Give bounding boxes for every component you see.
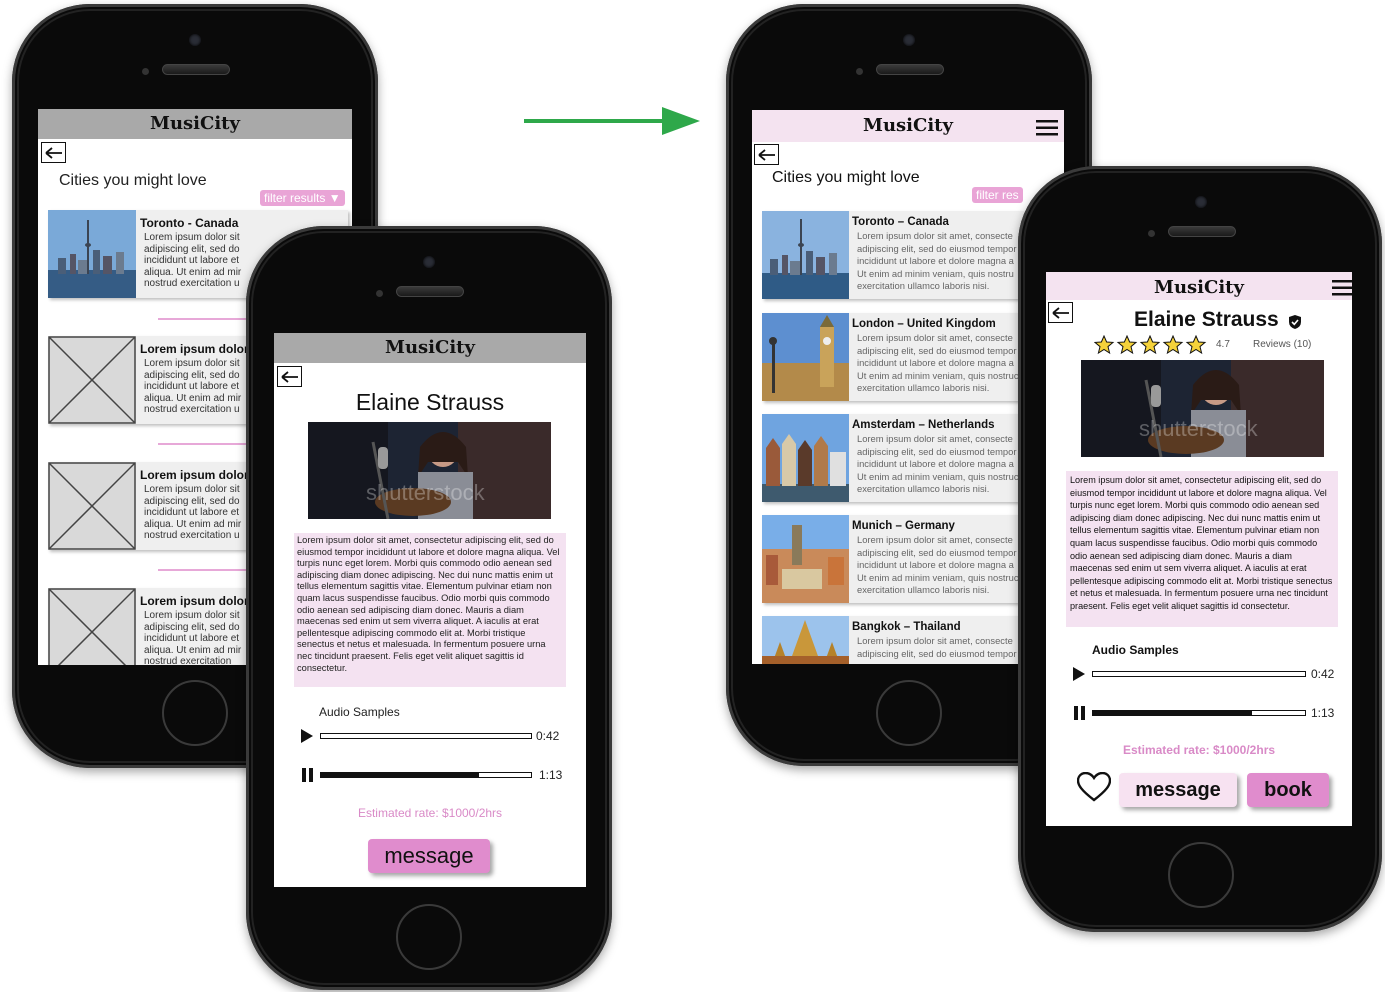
filter-button[interactable]: filter res xyxy=(972,187,1023,203)
city-card[interactable]: London – United Kingdom Lorem ipsum dolo… xyxy=(762,313,1062,401)
arrow-left-icon xyxy=(757,148,775,161)
progress-fill xyxy=(321,773,479,777)
play-icon[interactable] xyxy=(300,728,314,749)
image-placeholder-icon xyxy=(48,462,136,550)
play-icon[interactable] xyxy=(1072,666,1086,687)
card-title: Bangkok – Thailand xyxy=(852,621,961,633)
card-title: Amsterdam – Netherlands xyxy=(852,419,995,431)
watermark: shutterstock xyxy=(366,480,485,505)
pause-icon[interactable] xyxy=(1073,705,1087,726)
audio-samples-label: Audio Samples xyxy=(319,705,400,719)
artist-photo: shutterstock xyxy=(308,422,551,519)
profile-screen-hifi: MusiCity Elaine Strauss 4.7 Reviews (10) xyxy=(1046,272,1352,826)
artist-bio: Lorem ipsum dolor sit amet, consectetur … xyxy=(1066,471,1338,627)
phone-wireframe-profile: MusiCity Elaine Strauss shutterstock Lor… xyxy=(246,226,612,990)
card-title: Lorem ipsum dolor xyxy=(140,468,249,482)
book-button[interactable]: book xyxy=(1247,773,1329,807)
app-title: MusiCity xyxy=(274,333,586,363)
audio-progress-track[interactable] xyxy=(320,772,532,778)
card-title: Toronto – Canada xyxy=(852,216,949,228)
card-title: Lorem ipsum dolor xyxy=(140,594,249,608)
estimated-rate: Estimated rate: $1000/2hrs xyxy=(357,806,503,820)
progress-fill xyxy=(1093,711,1252,715)
list-heading: Cities you might love xyxy=(772,169,920,186)
track-time: 0:42 xyxy=(1311,667,1335,681)
city-photo xyxy=(48,210,136,298)
back-button[interactable] xyxy=(754,144,779,165)
arrow-left-icon xyxy=(44,146,62,159)
phone-hifi-profile: MusiCity Elaine Strauss 4.7 Reviews (10) xyxy=(1018,166,1382,932)
image-placeholder-icon xyxy=(48,336,136,424)
artist-name: Elaine Strauss xyxy=(1134,308,1279,331)
city-photo xyxy=(762,211,849,299)
city-card[interactable]: Toronto – Canada Lorem ipsum dolor sit a… xyxy=(762,211,1062,299)
menu-icon[interactable] xyxy=(1332,280,1352,301)
message-button[interactable]: message xyxy=(1119,773,1237,807)
estimated-rate: Estimated rate: $1000/2hrs xyxy=(1122,743,1276,757)
city-card[interactable]: Bangkok – Thailand Lorem ipsum dolor sit… xyxy=(762,616,1062,664)
message-button[interactable]: message xyxy=(368,839,490,873)
artist-bio: Lorem ipsum dolor sit amet, consectetur … xyxy=(294,533,566,687)
back-button[interactable] xyxy=(41,142,66,163)
audio-progress-track[interactable] xyxy=(320,733,532,739)
artist-photo: shutterstock xyxy=(1081,360,1324,457)
track-time: 0:42 xyxy=(536,729,560,743)
image-placeholder-icon xyxy=(48,588,136,665)
menu-icon[interactable] xyxy=(1036,120,1058,141)
card-title: Lorem ipsum dolor xyxy=(140,342,249,356)
arrow-left-icon xyxy=(280,370,298,383)
pause-icon[interactable] xyxy=(301,767,315,788)
app-title: MusiCity xyxy=(752,110,1064,142)
arrow-left-icon xyxy=(1051,306,1069,319)
app-title: MusiCity xyxy=(38,109,352,139)
city-photo xyxy=(762,313,849,401)
audio-progress-track[interactable] xyxy=(1092,671,1306,677)
city-photo xyxy=(762,515,849,603)
transition-arrow-icon xyxy=(524,107,700,135)
audio-progress-track[interactable] xyxy=(1092,710,1306,716)
city-card[interactable]: Amsterdam – Netherlands Lorem ipsum dolo… xyxy=(762,414,1062,502)
rating-stars-icon xyxy=(1093,334,1214,360)
card-title: Toronto - Canada xyxy=(140,216,239,230)
rating-value: 4.7 xyxy=(1216,339,1230,350)
city-photo xyxy=(762,414,849,502)
reviews-count[interactable]: Reviews (10) xyxy=(1253,339,1311,350)
artist-name: Elaine Strauss xyxy=(355,389,505,415)
card-title: Munich – Germany xyxy=(852,520,955,532)
track-time: 1:13 xyxy=(1311,706,1335,720)
favorite-heart-icon[interactable] xyxy=(1076,771,1112,807)
list-heading: Cities you might love xyxy=(59,172,207,189)
watermark: shutterstock xyxy=(1139,416,1258,441)
filter-icon: ▼ xyxy=(328,191,341,205)
filter-button[interactable]: filter results ▼ xyxy=(260,190,345,206)
app-title: MusiCity xyxy=(1046,272,1352,300)
track-time: 1:13 xyxy=(539,768,563,782)
profile-screen-wireframe: MusiCity Elaine Strauss shutterstock Lor… xyxy=(274,333,586,887)
card-title: London – United Kingdom xyxy=(852,318,996,330)
back-button[interactable] xyxy=(277,366,302,387)
back-button[interactable] xyxy=(1048,302,1073,323)
city-card[interactable]: Munich – Germany Lorem ipsum dolor sit a… xyxy=(762,515,1062,603)
verified-badge-icon xyxy=(1287,314,1303,335)
city-photo xyxy=(762,616,849,664)
audio-samples-label: Audio Samples xyxy=(1092,643,1179,657)
